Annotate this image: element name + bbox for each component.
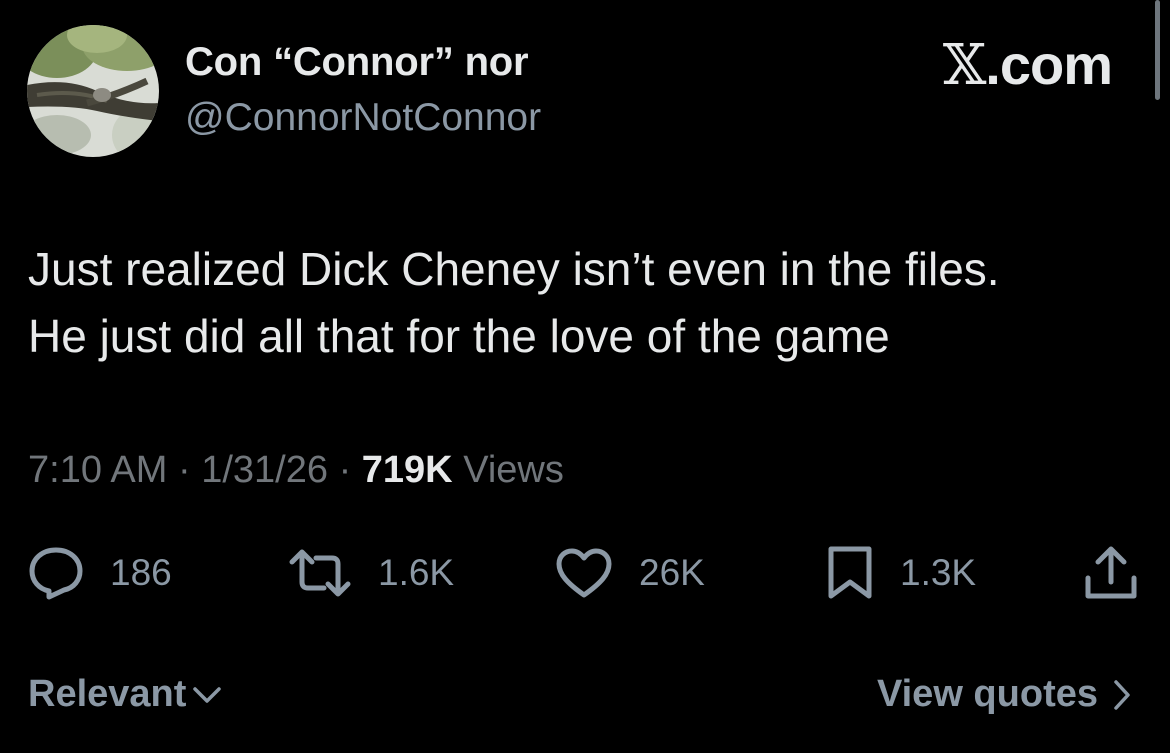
view-quotes-label: View quotes	[876, 673, 1098, 715]
chevron-down-icon	[193, 686, 222, 703]
sort-label: Relevant	[28, 673, 187, 715]
views-count: 719K	[361, 449, 453, 491]
bookmark-button[interactable]: 1.3K	[826, 544, 976, 602]
site-label-suffix: .com	[985, 33, 1113, 96]
avatar[interactable]	[27, 25, 159, 157]
bookmark-icon	[828, 546, 872, 599]
repost-count: 1.6K	[378, 552, 455, 593]
bookmark-count: 1.3K	[900, 552, 977, 593]
share-icon	[1085, 546, 1137, 599]
tweet-text-line: He just did all that for the love of the…	[28, 310, 890, 362]
tweet-meta: 7:10 AM · 1/31/26 · 719K Views	[28, 449, 564, 492]
site-label: 𝕏.com	[942, 32, 1113, 98]
tweet-time[interactable]: 7:10 AM	[28, 449, 167, 491]
repost-icon	[289, 549, 351, 597]
view-quotes-link[interactable]: View quotes	[877, 673, 1132, 716]
display-name[interactable]: Con “Connor” nor	[185, 40, 529, 85]
views-label: Views	[463, 449, 564, 491]
tweet-text-line: Just realized Dick Cheney isn’t even in …	[28, 243, 1000, 295]
tweet-date[interactable]: 1/31/26	[201, 449, 328, 491]
meta-separator: ·	[338, 449, 352, 491]
like-button[interactable]: 26K	[555, 544, 705, 602]
repost-button[interactable]: 1.6K	[288, 544, 454, 602]
user-handle[interactable]: @ConnorNotConnor	[185, 96, 541, 140]
reply-count: 186	[110, 552, 172, 593]
share-button[interactable]	[1082, 544, 1166, 602]
reply-button[interactable]: 186	[28, 544, 172, 602]
sort-dropdown[interactable]: Relevant	[28, 673, 222, 716]
tweet-text: Just realized Dick Cheney isn’t even in …	[28, 236, 1138, 370]
scrollbar[interactable]	[1155, 0, 1160, 100]
heart-icon	[556, 548, 612, 598]
reply-icon	[29, 547, 83, 600]
meta-separator: ·	[177, 449, 191, 491]
like-count: 26K	[639, 552, 705, 593]
x-logo-icon: 𝕏	[942, 33, 986, 98]
avatar-image	[27, 25, 159, 157]
chevron-right-icon	[1114, 679, 1130, 710]
